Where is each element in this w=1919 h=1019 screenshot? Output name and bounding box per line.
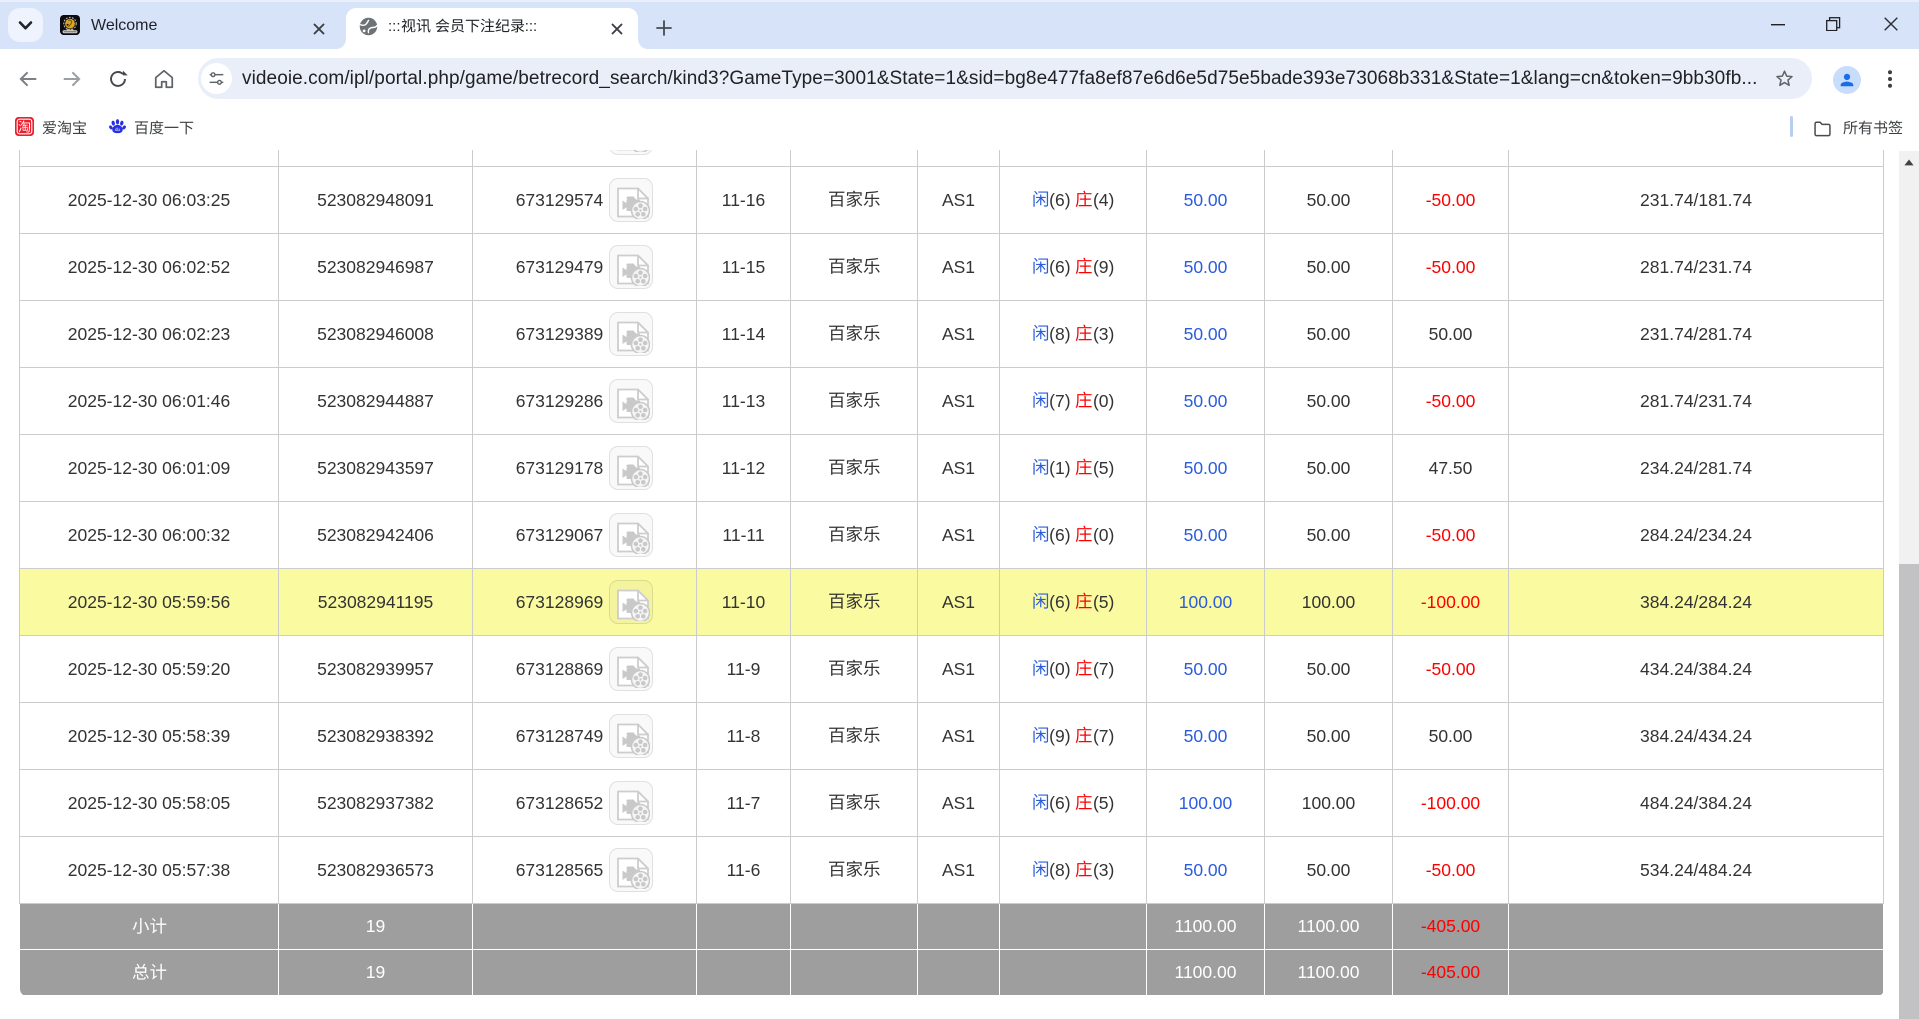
svg-text:du: du bbox=[115, 127, 120, 132]
